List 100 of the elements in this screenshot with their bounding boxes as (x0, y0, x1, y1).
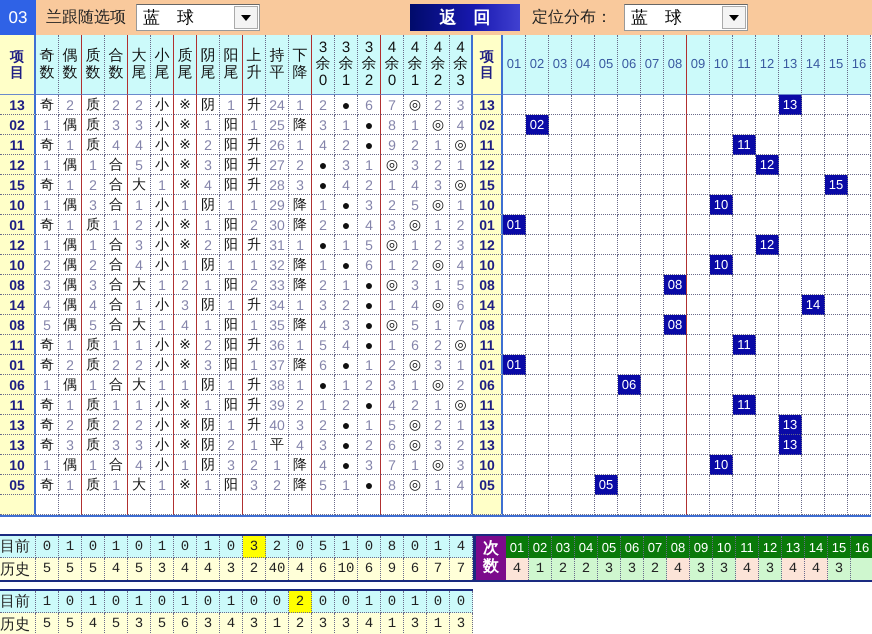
table-cell: 2 (243, 215, 266, 235)
table-cell: 0 (197, 591, 220, 613)
row-label: 15 (473, 175, 503, 195)
table-cell: 1 (82, 155, 105, 175)
column-header: 阳尾 (224, 48, 238, 81)
table-cell: 2 (105, 355, 128, 375)
table-cell: 小 (151, 195, 174, 215)
column-header: 02 (529, 536, 552, 558)
table-cell: ◎ (381, 315, 404, 335)
table-cell: ※ (174, 135, 197, 155)
ball-select[interactable]: 蓝 球 (136, 4, 260, 31)
table-cell: 奇 (36, 475, 59, 495)
table-cell: 质 (82, 335, 105, 355)
row-label: 05 (473, 475, 503, 495)
table-cell: ※ (174, 335, 197, 355)
table-cell: 小 (151, 415, 174, 435)
row-label: 02 (0, 115, 36, 135)
table-cell: 1 (105, 536, 128, 558)
table-cell: 2 (59, 95, 82, 115)
back-button[interactable]: 返 回 (410, 4, 520, 31)
table-cell: 30 (266, 215, 289, 235)
table-cell: 4 (289, 435, 312, 455)
table-cell: ● (312, 235, 335, 255)
table-cell: 5 (404, 315, 427, 335)
table-cell: ● (335, 435, 358, 455)
table-cell: 合 (105, 375, 128, 395)
table-cell: 26 (266, 135, 289, 155)
table-cell: 偶 (59, 195, 82, 215)
table-cell: ● (335, 195, 358, 215)
table-cell: 6 (404, 558, 427, 580)
table-cell: 1 (335, 475, 358, 495)
table-cell: 2 (289, 613, 312, 634)
table-cell: 1 (450, 415, 473, 435)
table-cell: ● (358, 135, 381, 155)
table-cell: 1 (105, 475, 128, 495)
table-cell: ● (335, 95, 358, 115)
table-cell: 升 (243, 395, 266, 415)
filter-label: 兰跟随选项 (46, 8, 126, 28)
table-cell: 6 (312, 355, 335, 375)
table-cell: 2 (644, 558, 667, 580)
dropdown-arrow-icon[interactable] (241, 14, 251, 20)
table-cell: 阳 (220, 395, 243, 415)
table-cell: 1 (404, 375, 427, 395)
table-cell: 1 (128, 295, 151, 315)
table-cell: 4 (128, 255, 151, 275)
table-cell: 奇 (36, 355, 59, 375)
table-cell: ● (335, 215, 358, 235)
table-cell: ◎ (427, 115, 450, 135)
table-cell: 2 (243, 558, 266, 580)
column-header: 15 (828, 536, 851, 558)
row-label: 05 (0, 475, 36, 495)
number-badge: 11 (733, 335, 756, 355)
table-cell: 2 (381, 195, 404, 215)
table-cell: 3 (404, 275, 427, 295)
number-badge: 13 (779, 435, 802, 455)
row-label: 01 (473, 215, 503, 235)
table-cell: 1 (82, 235, 105, 255)
table-cell: 0 (36, 536, 59, 558)
row-label: 12 (0, 235, 36, 255)
table-cell: 2 (243, 455, 266, 475)
number-badge: 11 (733, 135, 756, 155)
row-label: 13 (0, 95, 36, 115)
number-badge: 13 (779, 415, 802, 435)
column-header: 05 (595, 35, 618, 95)
table-cell: 3 (450, 613, 473, 634)
table-cell: 小 (151, 155, 174, 175)
distribution-select[interactable]: 蓝 球 (624, 4, 748, 31)
table-cell: 3 (828, 558, 851, 580)
table-cell: 质 (82, 355, 105, 375)
column-header: 04 (572, 35, 595, 95)
table-cell: 4 (667, 558, 690, 580)
table-cell: 小 (151, 255, 174, 275)
column-header: 09 (690, 536, 713, 558)
table-cell: 3 (598, 558, 621, 580)
number-badge: 01 (503, 215, 526, 235)
table-cell: 4 (782, 558, 805, 580)
table-cell: 1 (450, 155, 473, 175)
table-cell: 5 (404, 195, 427, 215)
number-badge: 08 (664, 275, 687, 295)
table-cell: 3 (128, 115, 151, 135)
table-cell: 3 (220, 558, 243, 580)
table-cell: 5 (358, 235, 381, 255)
table-cell: 降 (289, 215, 312, 235)
table-cell: 1 (36, 235, 59, 255)
table-cell: 7 (381, 95, 404, 115)
table-cell: 奇 (36, 215, 59, 235)
table-cell: 4 (105, 135, 128, 155)
table-cell: ● (358, 475, 381, 495)
table-cell: 3 (243, 536, 266, 558)
table-cell: ◎ (450, 135, 473, 155)
table-cell: 合 (105, 255, 128, 275)
table-cell: 3 (713, 558, 736, 580)
table-cell: 合 (105, 175, 128, 195)
dropdown-arrow-icon[interactable] (729, 14, 739, 20)
table-cell: ◎ (427, 255, 450, 275)
issue-number: 03 (0, 0, 36, 35)
table-cell: 1 (197, 275, 220, 295)
table-cell: 3 (312, 115, 335, 135)
row-label: 10 (0, 455, 36, 475)
row-label: 目前 (0, 591, 36, 613)
